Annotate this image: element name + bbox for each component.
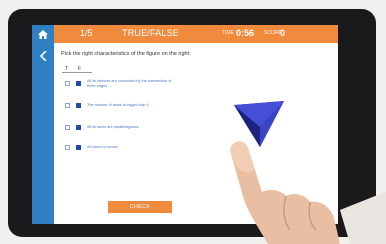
top-bar: 1/5 TRUE/FALSE TIME 0:56 SCORE 0 (32, 25, 338, 43)
divider (62, 72, 92, 73)
false-checkbox[interactable] (76, 81, 81, 86)
score-value: 0 (280, 28, 286, 38)
statement-text: All its vertices are connected by the in… (87, 79, 172, 88)
true-checkbox[interactable] (65, 145, 70, 150)
back-button[interactable] (36, 49, 50, 63)
side-nav (32, 43, 54, 224)
statement-text: All its faces are parallelograms (87, 125, 139, 129)
true-checkbox[interactable] (65, 81, 70, 86)
hand-image (230, 141, 386, 244)
true-checkbox[interactable] (65, 125, 70, 130)
question-counter: 1/5 (80, 28, 93, 38)
true-checkbox[interactable] (65, 103, 70, 108)
check-button[interactable]: CHECK (108, 201, 172, 213)
chevron-left-icon (39, 51, 47, 61)
false-checkbox[interactable] (76, 145, 81, 150)
timer-label: TIME (222, 30, 234, 36)
home-button[interactable] (32, 25, 54, 43)
timer-value: 0:56 (236, 28, 255, 38)
false-checkbox[interactable] (76, 103, 81, 108)
statement-text: The number of faces is bigger than 4 (87, 103, 149, 107)
home-icon (38, 29, 48, 39)
false-checkbox[interactable] (76, 125, 81, 130)
question-text: Pick the right characteristics of the fi… (61, 51, 191, 57)
quiz-title: TRUE/FALSE (122, 28, 180, 38)
statement-text: All faces is convex (87, 145, 119, 149)
